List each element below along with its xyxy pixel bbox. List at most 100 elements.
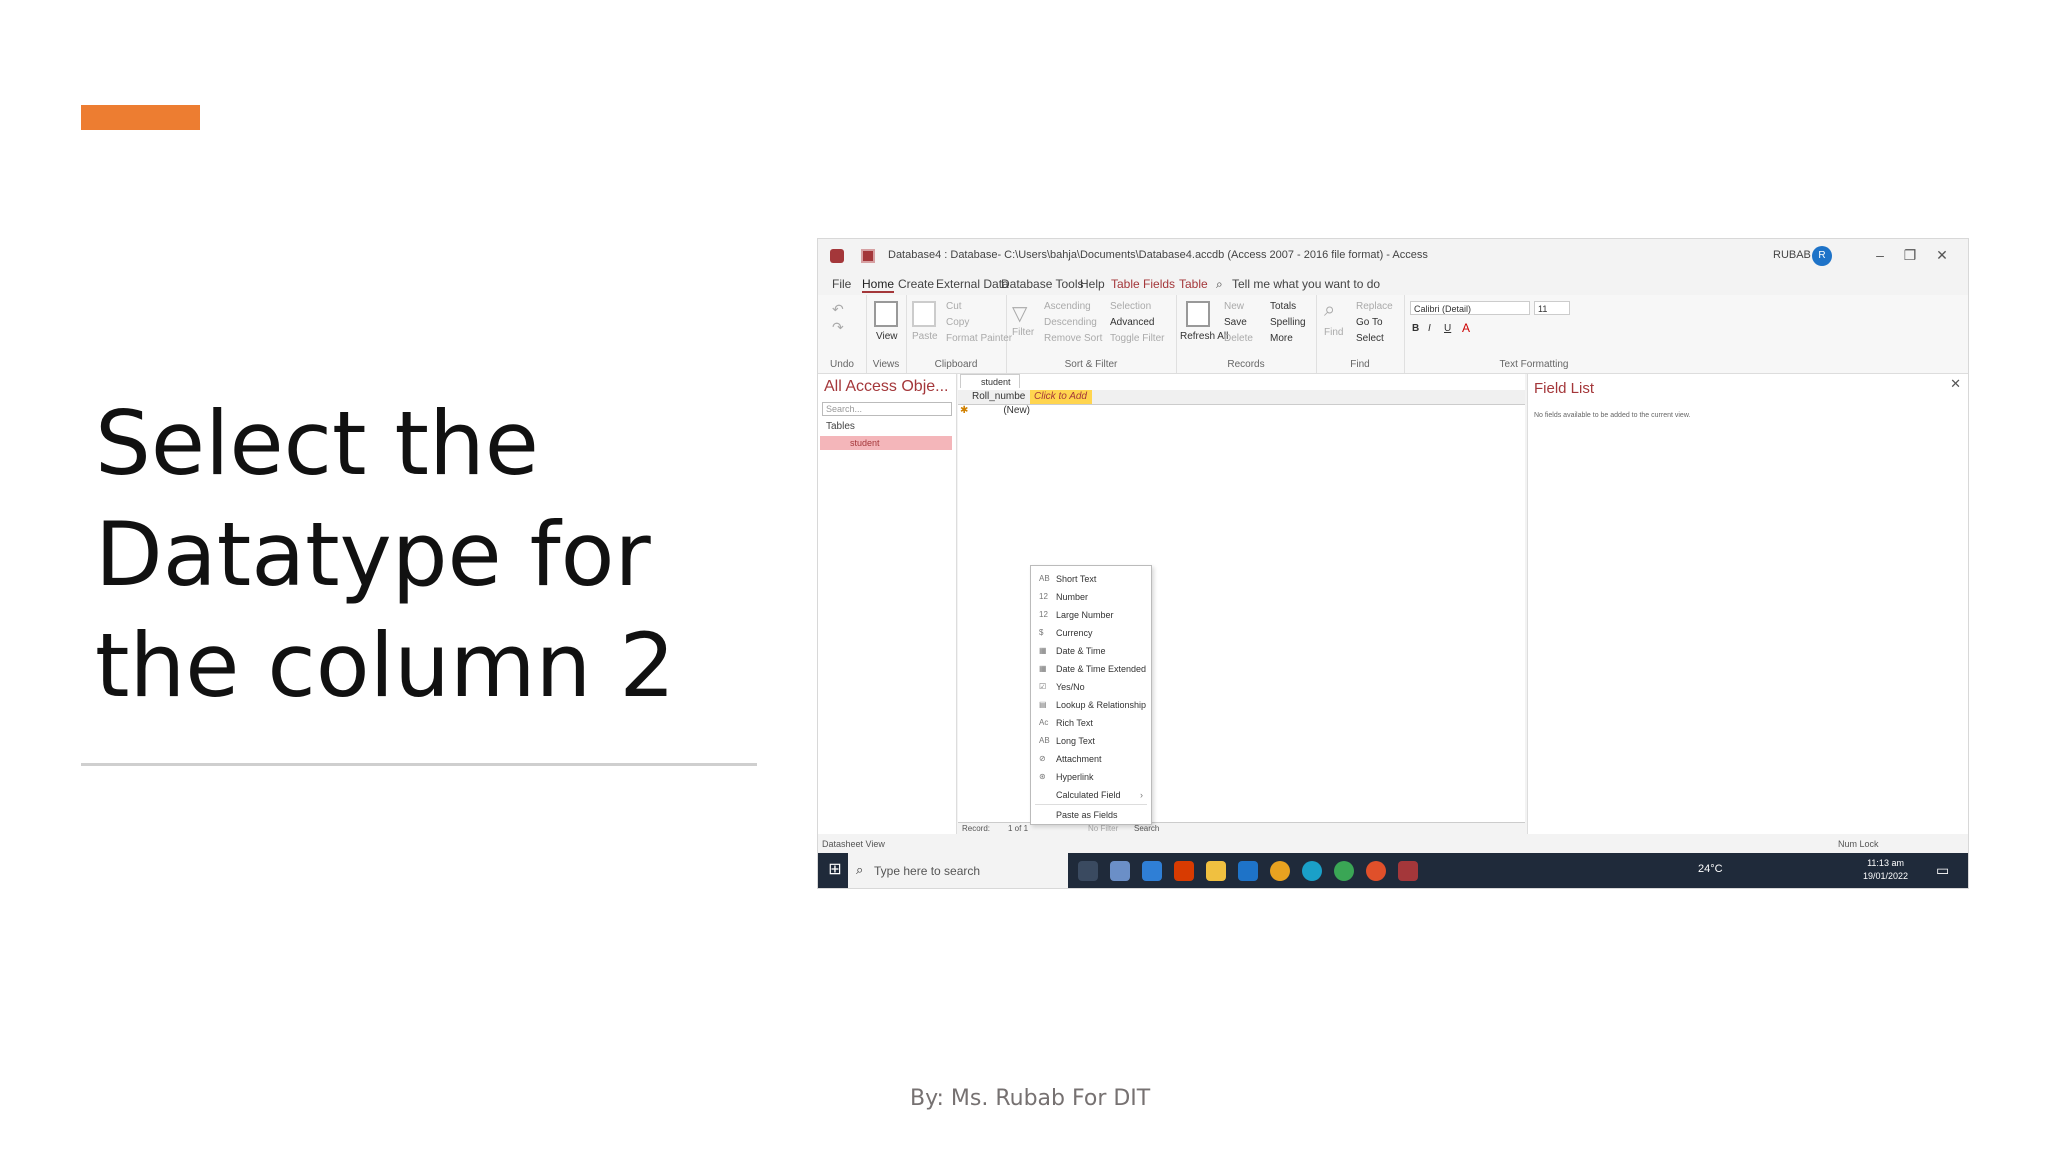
datatype-option-number[interactable]: 12 Number: [1031, 588, 1151, 606]
datatype-option-short-text[interactable]: AB Short Text: [1031, 570, 1151, 588]
nav-pane-title[interactable]: All Access Obje...: [824, 378, 949, 396]
access-taskbar-icon[interactable]: [1398, 861, 1418, 881]
menu-file[interactable]: File: [832, 277, 851, 291]
paste-icon[interactable]: [912, 301, 936, 327]
close-icon[interactable]: ✕: [1950, 376, 1961, 392]
refresh-icon[interactable]: [1186, 301, 1210, 327]
ascending-button[interactable]: Ascending: [1044, 301, 1091, 312]
datatype-option-date-time-extended[interactable]: ▦ Date & Time Extended: [1031, 660, 1151, 678]
selection-button[interactable]: Selection: [1110, 301, 1151, 312]
datatype-option-long-text[interactable]: AB Long Text: [1031, 732, 1151, 750]
app-icon[interactable]: [1334, 861, 1354, 881]
record-position[interactable]: 1 of 1: [1008, 824, 1028, 833]
spelling-button[interactable]: Spelling: [1270, 317, 1306, 328]
delete-record-button[interactable]: Delete: [1224, 333, 1253, 344]
view-button[interactable]: View: [876, 331, 898, 342]
new-record-button[interactable]: New: [1224, 301, 1244, 312]
nav-item-student[interactable]: student: [820, 436, 952, 450]
new-record-row[interactable]: ✱ (New): [958, 405, 1030, 419]
find-icon[interactable]: ⌕: [1324, 299, 1335, 322]
weather-widget[interactable]: 24°C: [1698, 863, 1723, 875]
filter-status[interactable]: No Filter: [1088, 824, 1118, 833]
refresh-button[interactable]: Refresh All: [1180, 331, 1228, 342]
remove-sort-button[interactable]: Remove Sort: [1044, 333, 1102, 344]
datatype-icon: ⊛: [1039, 772, 1046, 781]
find-button[interactable]: Find: [1324, 327, 1343, 338]
italic-icon[interactable]: I: [1428, 323, 1431, 334]
edge-icon[interactable]: [1302, 861, 1322, 881]
filter-icon[interactable]: ▽: [1012, 301, 1027, 326]
datatype-icon: Ac: [1039, 718, 1049, 727]
nav-section-tables[interactable]: Tables: [826, 421, 855, 432]
datatype-label: Paste as Fields: [1056, 810, 1118, 820]
menu-table-fields[interactable]: Table Fields: [1111, 277, 1175, 291]
restore-icon[interactable]: ❐: [1898, 245, 1922, 265]
copy-button[interactable]: Copy: [946, 317, 969, 328]
menu-home[interactable]: Home: [862, 277, 895, 293]
advanced-button[interactable]: Advanced: [1110, 317, 1154, 328]
cut-button[interactable]: Cut: [946, 301, 962, 312]
taskbar-search[interactable]: ⌕ Type here to search: [848, 853, 1068, 888]
new-record-cell[interactable]: (New): [1003, 405, 1030, 416]
datatype-option-lookup-relationship[interactable]: ▤ Lookup & Relationship: [1031, 696, 1151, 714]
powerpoint-icon[interactable]: [1366, 861, 1386, 881]
toggle-filter-button[interactable]: Toggle Filter: [1110, 333, 1164, 344]
menu-bar: File Home Create External Data Database …: [818, 273, 1968, 295]
font-color-icon[interactable]: A: [1462, 321, 1470, 335]
more-button[interactable]: More: [1270, 333, 1293, 344]
column-header-click-to-add[interactable]: Click to Add: [1030, 390, 1092, 404]
datatype-label: Date & Time Extended: [1056, 664, 1147, 674]
underline-icon[interactable]: U: [1444, 323, 1451, 334]
menu-table[interactable]: Table: [1179, 277, 1208, 291]
minimize-icon[interactable]: –: [1868, 245, 1892, 265]
tab-student[interactable]: student: [960, 374, 1020, 388]
office-icon[interactable]: [1174, 861, 1194, 881]
tell-me-box[interactable]: Tell me what you want to do: [1232, 277, 1380, 291]
windows-start-icon[interactable]: ⊞: [826, 861, 844, 879]
font-name-select[interactable]: Calibri (Detail): [1410, 301, 1530, 315]
close-icon[interactable]: ✕: [1930, 245, 1954, 265]
datatype-option-yes-no[interactable]: ☑ Yes/No: [1031, 678, 1151, 696]
group-label: Text Formatting: [1499, 359, 1569, 370]
font-size-select[interactable]: 11: [1534, 301, 1570, 315]
taskbar-clock[interactable]: 11:13 am 19/01/2022: [1863, 857, 1908, 883]
undo-icon[interactable]: ↶: [832, 301, 844, 318]
paste-button[interactable]: Paste: [912, 331, 938, 342]
datatype-option-paste-as-fields[interactable]: Paste as Fields: [1031, 806, 1151, 824]
menu-create[interactable]: Create: [898, 277, 934, 291]
datatype-option-calculated-field[interactable]: Calculated Field ›: [1031, 786, 1151, 804]
app-icon[interactable]: [1142, 861, 1162, 881]
datatype-option-hyperlink[interactable]: ⊛ Hyperlink: [1031, 768, 1151, 786]
datatype-option-currency[interactable]: $ Currency: [1031, 624, 1151, 642]
mail-icon[interactable]: [1238, 861, 1258, 881]
nav-search-input[interactable]: Search...: [822, 402, 952, 416]
format-painter-button[interactable]: Format Painter: [946, 333, 1012, 344]
replace-button[interactable]: Replace: [1356, 301, 1393, 312]
menu-database-tools[interactable]: Database Tools: [1001, 277, 1084, 291]
datatype-icon: ⊘: [1039, 754, 1046, 763]
task-view-icon[interactable]: [1078, 861, 1098, 881]
view-icon[interactable]: [874, 301, 898, 327]
select-button[interactable]: Select: [1356, 333, 1384, 344]
redo-icon[interactable]: ↷: [832, 319, 844, 336]
store-icon[interactable]: [1110, 861, 1130, 881]
filter-button[interactable]: Filter: [1012, 327, 1034, 338]
file-explorer-icon[interactable]: [1206, 861, 1226, 881]
save-record-button[interactable]: Save: [1224, 317, 1247, 328]
datatype-option-rich-text[interactable]: Ac Rich Text: [1031, 714, 1151, 732]
datatype-option-attachment[interactable]: ⊘ Attachment: [1031, 750, 1151, 768]
chrome-icon[interactable]: [1270, 861, 1290, 881]
descending-button[interactable]: Descending: [1044, 317, 1097, 328]
column-header-roll-number[interactable]: Roll_numbe: [972, 390, 1025, 404]
save-icon[interactable]: [861, 249, 875, 263]
menu-external-data[interactable]: External Data: [936, 277, 1009, 291]
datatype-option-date-time[interactable]: ▦ Date & Time: [1031, 642, 1151, 660]
menu-help[interactable]: Help: [1080, 277, 1105, 291]
datatype-option-large-number[interactable]: 12 Large Number: [1031, 606, 1151, 624]
bold-icon[interactable]: B: [1412, 323, 1419, 334]
totals-button[interactable]: Totals: [1270, 301, 1296, 312]
notification-icon[interactable]: ▭: [1936, 862, 1952, 878]
user-avatar[interactable]: R: [1812, 246, 1832, 266]
record-search-input[interactable]: Search: [1134, 824, 1159, 833]
goto-button[interactable]: Go To: [1356, 317, 1383, 328]
